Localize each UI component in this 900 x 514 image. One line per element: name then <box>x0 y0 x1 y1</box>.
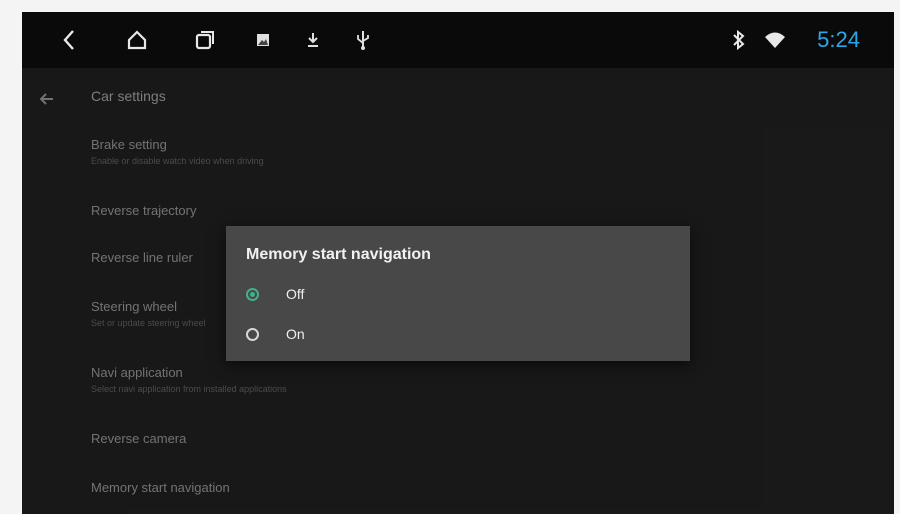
option-off[interactable]: Off <box>246 284 666 308</box>
memory-start-navigation-dialog: Memory start navigation Off On <box>226 226 690 361</box>
radio-unchecked-icon[interactable] <box>246 328 259 341</box>
wifi-icon <box>760 25 790 55</box>
option-label: Off <box>286 286 305 302</box>
download-icon <box>298 25 328 55</box>
dialog-title: Memory start navigation <box>246 246 431 263</box>
usb-icon <box>348 25 378 55</box>
option-on[interactable]: On <box>246 324 666 348</box>
status-clock: 5:24 <box>817 27 860 52</box>
device-screen: 5:24 Car settings Brake setting Enable o… <box>22 12 894 514</box>
gallery-icon <box>248 25 278 55</box>
status-bar: 5:24 <box>22 12 894 68</box>
back-icon[interactable] <box>54 25 84 55</box>
option-label: On <box>286 326 305 342</box>
radio-checked-icon[interactable] <box>246 288 259 301</box>
bluetooth-icon <box>724 25 754 55</box>
home-icon[interactable] <box>122 25 152 55</box>
recent-apps-icon[interactable] <box>190 25 220 55</box>
